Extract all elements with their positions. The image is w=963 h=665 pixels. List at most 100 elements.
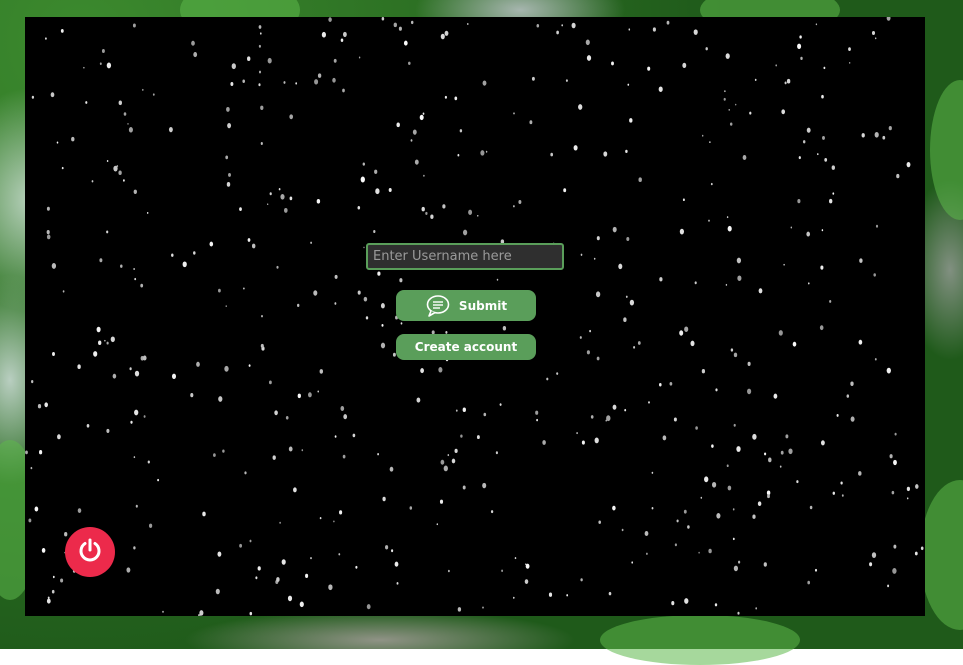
snowflake <box>247 238 251 242</box>
snowflake <box>682 62 687 69</box>
snowflake <box>381 324 384 327</box>
snowflake <box>637 341 641 345</box>
snowflake <box>340 406 345 411</box>
snowflake <box>143 415 146 418</box>
snowflake <box>134 409 139 416</box>
snowflake <box>443 465 448 472</box>
snowflake <box>832 491 835 495</box>
snowflake <box>190 392 194 398</box>
snowflake <box>920 546 924 551</box>
snowflake <box>110 336 115 343</box>
snowflake <box>725 283 728 286</box>
snowflake <box>393 22 397 28</box>
snowflake <box>120 264 123 268</box>
power-button[interactable] <box>65 527 115 577</box>
snowflake <box>276 265 279 269</box>
snowflake <box>123 179 125 182</box>
snowflake <box>64 531 68 537</box>
snowflake <box>134 370 140 377</box>
submit-button[interactable]: Submit <box>396 290 536 321</box>
snowflake <box>802 140 806 144</box>
snowflake <box>278 188 281 191</box>
snowflake <box>638 177 642 183</box>
snowflake <box>841 494 844 497</box>
snowflake <box>646 552 648 555</box>
snowflake <box>133 268 135 270</box>
snowflake <box>444 95 447 99</box>
snowflake <box>439 499 444 504</box>
snowflake <box>193 251 196 255</box>
snowflake <box>875 224 879 228</box>
snowflake <box>679 228 685 235</box>
snowflake <box>455 409 458 412</box>
snowflake <box>824 158 828 162</box>
snowflake <box>363 246 365 249</box>
snowflake <box>217 551 222 557</box>
snowflake <box>710 182 713 186</box>
snowflake <box>831 165 835 170</box>
username-input[interactable] <box>366 243 564 270</box>
snowflake <box>648 401 650 404</box>
snowflake <box>50 92 55 98</box>
snowflake <box>808 282 810 285</box>
snowflake <box>228 172 231 177</box>
snowflake <box>281 559 286 565</box>
submit-button-label: Submit <box>458 298 508 313</box>
chat-bubble-icon <box>425 294 451 318</box>
snowflake <box>297 303 300 308</box>
snowflake <box>529 120 533 125</box>
snowflake <box>788 448 793 455</box>
snowflake <box>780 450 784 455</box>
snowflake <box>319 516 322 520</box>
snowflake <box>255 576 258 580</box>
snowflake <box>595 291 601 298</box>
snowflake <box>423 174 425 177</box>
power-icon <box>77 537 103 567</box>
snowflake <box>715 388 718 392</box>
snowflake <box>218 288 221 293</box>
snowflake <box>313 290 318 296</box>
snowflake <box>763 562 767 567</box>
snowflake <box>358 56 361 59</box>
snowflake <box>343 414 348 420</box>
snowflake <box>871 552 877 558</box>
snowflake <box>869 562 873 567</box>
snowflake <box>276 577 280 582</box>
snowflake <box>362 162 365 166</box>
snowflake <box>171 373 177 380</box>
snowflake <box>781 109 786 115</box>
snowflake <box>83 66 85 69</box>
snowflake <box>871 30 876 36</box>
snowflake <box>633 345 636 349</box>
snowflake <box>651 471 654 474</box>
snowflake <box>705 47 708 51</box>
snowflake <box>807 580 811 585</box>
snowflake <box>580 253 583 256</box>
snowflake <box>736 257 742 264</box>
snowflake <box>202 511 206 517</box>
snowflake <box>438 367 443 373</box>
snowflake <box>836 413 839 417</box>
snowflake <box>385 545 389 550</box>
snowflake <box>62 290 65 293</box>
snowflake <box>182 261 187 268</box>
snowflake <box>308 392 312 398</box>
snowflake <box>566 594 569 597</box>
snowflake <box>859 258 863 263</box>
snowflake <box>482 80 487 86</box>
snowflake <box>623 317 627 322</box>
snowflake <box>596 236 600 241</box>
snowflake <box>846 394 850 398</box>
snowflake <box>285 416 289 420</box>
snowflake <box>85 101 88 104</box>
snowflake <box>687 525 690 529</box>
snowflake <box>377 453 379 456</box>
snowflake <box>113 165 118 172</box>
snowflake <box>289 196 293 201</box>
snowflake <box>673 417 677 422</box>
snowflake <box>123 112 127 116</box>
snowflake <box>104 339 106 342</box>
create-account-button[interactable]: Create account <box>396 334 536 360</box>
snowflake <box>814 568 818 572</box>
snowflake <box>289 114 294 120</box>
